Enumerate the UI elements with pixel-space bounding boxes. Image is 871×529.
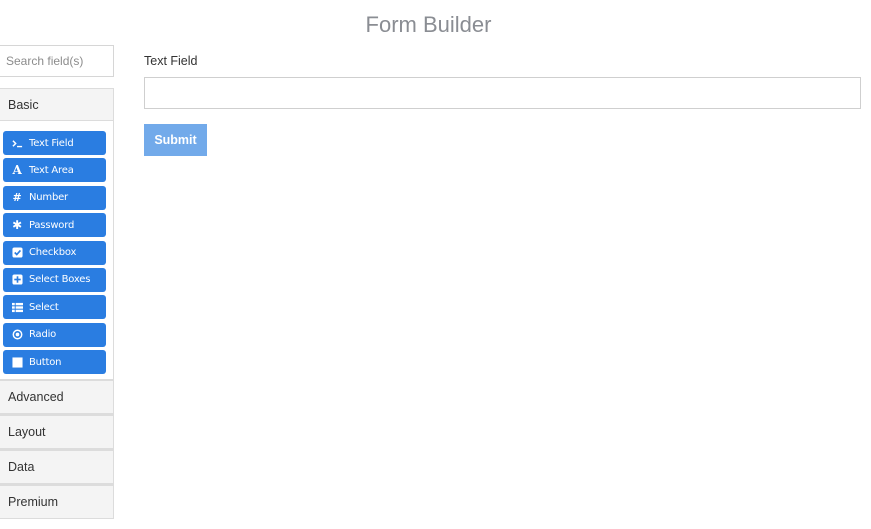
group-label: Premium (8, 494, 59, 509)
group-label: Layout (8, 424, 46, 439)
component-checkbox[interactable]: Checkbox (3, 240, 106, 265)
group-header-basic[interactable]: Basic (0, 88, 114, 121)
component-sidebar: Basic Text Field A Text Area # Number ✱ … (0, 45, 114, 519)
group-label: Basic (8, 97, 39, 112)
group-header-data[interactable]: Data (0, 448, 114, 484)
form-canvas: Text Field Submit (144, 54, 861, 156)
hashtag-icon: # (12, 191, 22, 205)
page-title: Form Builder (0, 12, 871, 38)
component-password[interactable]: ✱ Password (3, 213, 106, 238)
terminal-icon (11, 137, 23, 149)
group-panel-basic: Text Field A Text Area # Number ✱ Passwo… (0, 121, 114, 379)
component-label: Radio (29, 329, 57, 341)
component-select[interactable]: Select (3, 295, 106, 320)
component-number[interactable]: # Number (3, 185, 106, 210)
component-label: Checkbox (29, 247, 77, 259)
group-label: Data (8, 459, 35, 474)
group-header-premium[interactable]: Premium (0, 483, 114, 519)
font-icon: A (12, 163, 22, 178)
component-radio[interactable]: Radio (3, 322, 106, 347)
component-label: Text Area (29, 164, 74, 176)
component-button[interactable]: Button (3, 350, 106, 375)
group-header-layout[interactable]: Layout (0, 413, 114, 449)
component-label: Text Field (29, 137, 74, 149)
text-field-input[interactable] (144, 77, 861, 109)
check-square-icon (11, 247, 23, 259)
text-field-label: Text Field (144, 54, 198, 68)
component-text-field[interactable]: Text Field (3, 131, 106, 155)
submit-button[interactable]: Submit (144, 124, 207, 156)
component-label: Password (29, 219, 75, 231)
stop-icon (11, 356, 23, 368)
component-text-area[interactable]: A Text Area (3, 158, 106, 183)
component-label: Select Boxes (29, 274, 91, 286)
component-label: Number (29, 192, 68, 204)
dot-circle-icon (11, 329, 23, 341)
component-label: Button (29, 356, 62, 368)
search-fields-input[interactable] (0, 45, 114, 77)
component-select-boxes[interactable]: Select Boxes (3, 267, 106, 292)
group-header-advanced[interactable]: Advanced (0, 378, 114, 414)
asterisk-icon: ✱ (12, 218, 22, 233)
page-title-text: Form Builder (365, 12, 492, 37)
component-label: Select (29, 301, 59, 313)
list-icon (11, 301, 23, 313)
group-label: Advanced (8, 389, 64, 404)
plus-square-icon (11, 274, 23, 286)
